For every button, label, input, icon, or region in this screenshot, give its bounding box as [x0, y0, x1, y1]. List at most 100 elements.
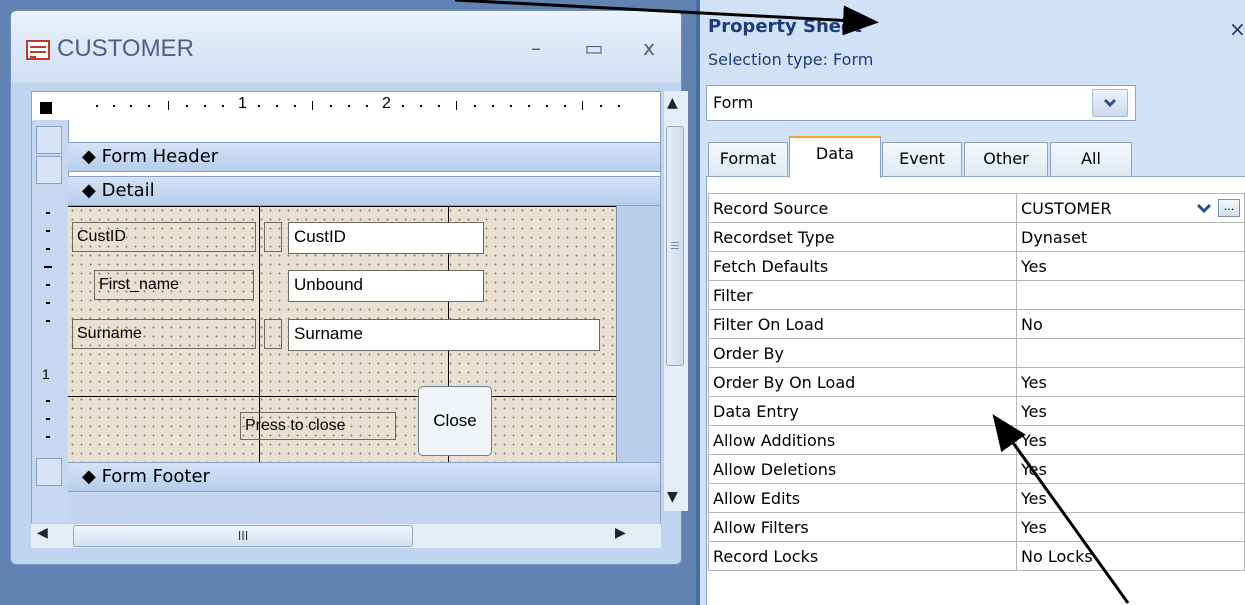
header-section-selector[interactable] — [36, 126, 62, 154]
property-row[interactable]: Fetch Defaults Yes — [708, 251, 1245, 281]
horizontal-scroll-thumb[interactable]: III — [73, 525, 413, 547]
form-window-titlebar[interactable]: CUSTOMER – ▭ x — [11, 11, 681, 83]
tab-all[interactable]: All — [1050, 142, 1132, 176]
property-name: Allow Additions — [708, 425, 1017, 455]
property-value[interactable]: Yes — [1016, 251, 1245, 281]
property-row[interactable]: Allow Filters Yes — [708, 512, 1245, 542]
tab-data[interactable]: Data — [789, 136, 881, 178]
form-footer-label: Form Footer — [101, 466, 210, 487]
record-source-dropdown-button[interactable] — [1194, 198, 1214, 218]
property-row[interactable]: Record Locks No Locks — [708, 541, 1245, 571]
property-row[interactable]: Recordset Type Dynaset — [708, 222, 1245, 252]
property-value[interactable]: Yes — [1016, 512, 1245, 542]
ruler-number-2: 2 — [382, 95, 391, 112]
property-value[interactable]: Yes — [1016, 396, 1245, 426]
maximize-button[interactable]: ▭ — [574, 33, 614, 63]
form-section-marker-icon: ◆ — [82, 466, 102, 487]
tab-other[interactable]: Other — [964, 142, 1048, 176]
object-selector[interactable]: Form — [706, 85, 1136, 121]
property-name: Recordset Type — [708, 222, 1017, 252]
scroll-down-arrow-icon[interactable]: ▼ — [667, 489, 678, 505]
form-window-title: CUSTOMER — [57, 35, 194, 62]
property-value[interactable]: Dynaset — [1016, 222, 1245, 252]
property-row[interactable]: Data Entry Yes — [708, 396, 1245, 426]
property-row[interactable]: Order By — [708, 338, 1245, 368]
property-name: Allow Filters — [708, 512, 1017, 542]
detail-label: Detail — [101, 180, 155, 201]
vruler-number-1: 1 — [42, 366, 50, 382]
detail-grid-margin — [616, 206, 660, 462]
property-name: Allow Edits — [708, 483, 1017, 513]
property-name: Filter On Load — [708, 309, 1017, 339]
property-value[interactable]: No — [1016, 309, 1245, 339]
vertical-ruler: 1 — [32, 120, 69, 530]
property-value[interactable]: Yes — [1016, 425, 1245, 455]
custid-label-handle[interactable] — [264, 222, 282, 252]
property-grid: Record Source CUSTOMER Recordset Type Dynas… — [708, 193, 1245, 571]
property-name: Filter — [708, 280, 1017, 310]
form-design-surface: 1 2 1 ◆ Form Header ◆ Detail CustID Cust… — [31, 91, 661, 531]
close-window-button[interactable]: x — [629, 33, 669, 63]
detail-section-bar[interactable]: ◆ Detail — [68, 176, 660, 206]
press-to-close-label[interactable]: Press to close — [240, 412, 396, 440]
property-sheet-title: Property Sheet — [708, 16, 862, 37]
property-sheet-pane: Property Sheet × Selection type: Form Fo… — [700, 0, 1245, 605]
property-name: Fetch Defaults — [708, 251, 1017, 281]
property-row[interactable]: Filter On Load No — [708, 309, 1245, 339]
property-row[interactable]: Order By On Load Yes — [708, 367, 1245, 397]
custid-label[interactable]: CustID — [72, 222, 256, 252]
ruler-number-1: 1 — [238, 95, 247, 112]
form-header-label: Form Header — [101, 146, 219, 167]
property-name: Allow Deletions — [708, 454, 1017, 484]
first-name-textbox[interactable]: Unbound — [288, 270, 484, 302]
scroll-right-arrow-icon[interactable]: ▶ — [615, 525, 626, 541]
build-ellipsis-icon: ... — [1223, 200, 1235, 213]
property-value[interactable]: No Locks — [1016, 541, 1245, 571]
object-selector-value: Form — [713, 93, 754, 112]
property-name: Record Source — [708, 193, 1017, 223]
property-name: Order By — [708, 338, 1017, 368]
surname-label-handle[interactable] — [264, 319, 282, 349]
detail-grid: CustID CustID First_name Unbound Surname… — [68, 206, 616, 462]
property-value[interactable] — [1016, 338, 1245, 368]
form-footer-section-bar[interactable]: ◆ Form Footer — [68, 462, 660, 492]
record-source-build-button[interactable]: ... — [1218, 199, 1240, 217]
minimize-button[interactable]: – — [516, 33, 556, 63]
property-name: Order By On Load — [708, 367, 1017, 397]
form-selector-box[interactable] — [40, 102, 52, 114]
property-row[interactable]: Allow Additions Yes — [708, 425, 1245, 455]
property-row[interactable]: Filter — [708, 280, 1245, 310]
property-value[interactable] — [1016, 280, 1245, 310]
property-value[interactable]: Yes — [1016, 454, 1245, 484]
form-design-window: CUSTOMER – ▭ x 1 2 1 ◆ Form Header ◆ Det… — [10, 10, 688, 565]
property-value[interactable]: Yes — [1016, 367, 1245, 397]
tab-event[interactable]: Event — [882, 142, 962, 176]
form-view-icon — [26, 40, 50, 60]
detail-section-selector[interactable] — [36, 156, 62, 184]
dropdown-chevron-icon — [1103, 98, 1117, 108]
scroll-left-arrow-icon[interactable]: ◀ — [37, 525, 48, 541]
object-selector-dropdown-button[interactable] — [1092, 89, 1128, 117]
custid-textbox[interactable]: CustID — [288, 222, 484, 254]
scroll-up-arrow-icon[interactable]: ▲ — [667, 95, 678, 111]
horizontal-ruler: 1 2 — [68, 92, 643, 120]
form-section-marker-icon: ◆ — [82, 180, 102, 201]
surname-textbox[interactable]: Surname — [288, 319, 600, 351]
dropdown-chevron-icon — [1196, 203, 1212, 214]
property-value[interactable]: Yes — [1016, 483, 1245, 513]
form-section-marker-icon: ◆ — [82, 146, 102, 167]
surname-label[interactable]: Surname — [72, 319, 256, 349]
form-header-section-bar[interactable]: ◆ Form Header — [68, 142, 660, 172]
selection-type-text: Selection type: Form — [708, 50, 874, 69]
close-form-button[interactable]: Close — [418, 386, 492, 456]
property-sheet-close-icon[interactable]: × — [1229, 17, 1245, 41]
property-name: Record Locks — [708, 541, 1017, 571]
tab-format[interactable]: Format — [708, 142, 788, 176]
footer-section-selector[interactable] — [36, 458, 62, 486]
property-name: Data Entry — [708, 396, 1017, 426]
vertical-scroll-thumb[interactable] — [666, 126, 684, 366]
first-name-label[interactable]: First_name — [94, 270, 254, 300]
property-row[interactable]: Allow Deletions Yes — [708, 454, 1245, 484]
property-row[interactable]: Allow Edits Yes — [708, 483, 1245, 513]
property-row[interactable]: Record Source CUSTOMER — [708, 193, 1245, 223]
